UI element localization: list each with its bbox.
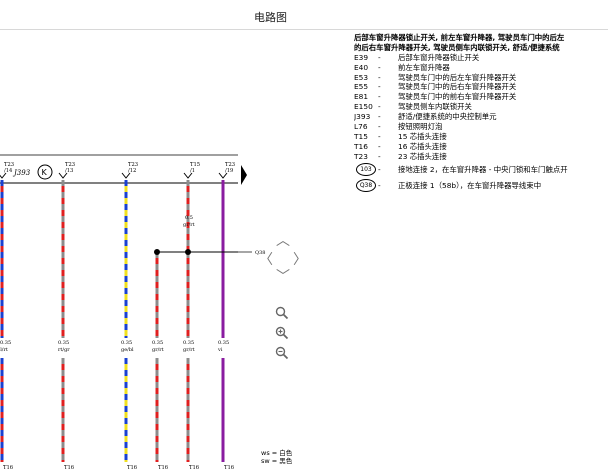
legend-ring-item: 103- 接地连接 2，在车窗升降器 - 中央门锁和车门触点开 [354,162,608,178]
legend-item-desc: 15 芯插头连接 [398,131,447,141]
legend-item: E40- 前左车窗升降器 [354,63,608,73]
pin-number: /14 [4,168,13,174]
legend-item-dash: - [378,151,381,161]
legend-item-code: E55 [354,82,369,92]
legend-item-code: E150 [354,102,373,112]
legend-item-dash: - [378,52,381,62]
pin-number: /19 [225,168,233,174]
bottom-connector-label: T16 [3,465,13,470]
legend-ring-item: Q38- 正极连接 1（58b），在车窗升降器导线束中 [354,178,608,194]
wire-color-code: gr/rt [183,222,195,228]
legend-item-desc: 前左车窗升降器 [398,62,450,72]
pin-number: /1 [190,168,195,174]
search-icon[interactable] [275,306,289,320]
legend-item-code: T15 [354,131,368,141]
legend-item-desc: 接地连接 2，在车窗升降器 - 中央门锁和车门触点开 [398,164,568,174]
legend-item-desc: 驾驶员车门中的后右车窗升降器开关 [398,82,517,92]
color-key-sw: sw = 黑色 [261,456,293,465]
wire-gauge: 0.35 [121,340,132,346]
legend-item-desc: 驾驶员车门中的前右车窗升降器开关 [398,92,517,102]
legend-item: J393- 舒适/便捷系统的中央控制单元 [354,112,608,122]
legend-item-dash: - [378,180,381,190]
legend-item: T16- 16 芯插头连接 [354,142,608,152]
legend-item-code: T16 [354,141,368,151]
color-key: ws = 白色 sw = 黑色 [261,449,293,465]
junction-node [154,249,160,255]
legend-item: T23- 23 芯插头连接 [354,152,608,162]
wire-gauge: 0.5 [185,215,193,221]
pan-left-icon[interactable]: 〈 [259,253,273,267]
title-bar: 电路图 [0,0,608,30]
junction-node [185,249,191,255]
legend-item-dash: - [378,82,381,92]
bottom-connector-label: T16 [158,465,168,470]
pan-up-icon[interactable]: ︿ [276,234,290,248]
legend-item-desc: 16 芯插头连接 [398,141,447,151]
ground-symbol-mark: K [42,168,48,177]
wire-color-code: vi [217,347,223,353]
legend-item-desc: 23 芯插头连接 [398,151,447,161]
wire-gauge: 0.35 [152,340,163,346]
ring-symbol: Q38 [356,178,376,192]
legend-item-dash: - [378,62,381,72]
legend-heading-2: 的后右车窗升降器开关, 驾驶员侧车内联锁开关, 舒适/便捷系统 [354,42,560,52]
pan-down-icon[interactable]: ﹀ [276,270,290,284]
wire-gauge: 0.35 [218,340,229,346]
legend-item-desc: 舒适/便捷系统的中央控制单元 [398,112,497,122]
legend-item-code: E53 [354,72,369,82]
legend-item-code: E39 [354,52,369,62]
legend-item-desc: 后部车窗升降器锁止开关 [398,52,480,62]
legend-item-code: T23 [354,151,368,161]
legend-item-dash: - [378,131,381,141]
bottom-connector-label: T16 [224,465,234,470]
wire-gauge: 0.35 [0,340,11,346]
bottom-connector-label: T16 [127,465,137,470]
wire-color-code: gr/rt [152,347,164,353]
legend-panel: 后部车窗升降器锁止开关, 前左车窗升降器, 驾驶员车门中的后左 的后右车窗升降器… [354,33,608,194]
legend-item-code: J393 [354,112,371,122]
legend-heading-1: 后部车窗升降器锁止开关, 前左车窗升降器, 驾驶员车门中的后左 [354,33,565,42]
window-title: 电路图 [254,11,287,24]
legend-item-dash: - [378,122,381,132]
legend-item: E55- 驾驶员车门中的后右车窗升降器开关 [354,82,608,92]
legend-item: E81- 驾驶员车门中的前右车窗升降器开关 [354,92,608,102]
legend-item-desc: 驾驶员车门中的后左车窗升降器开关 [398,72,517,82]
bottom-connector-label: T16 [64,465,74,470]
legend-item-code: E81 [354,92,369,102]
wire-color-code: rt/gr [58,347,70,353]
wiring-diagram: J393KT23/14bl/rtT16T23/130.35rt/grT16T23… [0,154,265,470]
legend-item: T15- 15 芯插头连接 [354,132,608,142]
legend-item-desc: 正极连接 1（58b），在车窗升降器导线束中 [398,180,542,190]
wire-color-code: bl/rt [0,347,8,353]
legend-item: E150- 驾驶员侧车内联锁开关 [354,102,608,112]
legend-item: E39- 后部车窗升降器锁止开关 [354,53,608,63]
wire-color-code: gr/rt [183,347,195,353]
ring-symbol: 103 [356,162,376,176]
continue-arrow [241,165,247,185]
legend-item-code: E40 [354,62,369,72]
pin-number: /12 [128,168,136,174]
pan-right-icon[interactable]: 〉 [293,253,307,267]
zoom-in-icon[interactable] [275,326,289,340]
wire-gauge: 0.35 [58,340,69,346]
legend-item-dash: - [378,164,381,174]
pin-number: /13 [65,168,73,174]
bottom-connector-label: T16 [189,465,199,470]
legend-item-dash: - [378,72,381,82]
legend-item-desc: 驾驶员侧车内联锁开关 [398,102,472,112]
legend-item: E53- 驾驶员车门中的后左车窗升降器开关 [354,73,608,83]
legend-item-dash: - [378,102,381,112]
legend-item-dash: - [378,112,381,122]
legend-item: L76- 按钮照明灯泡 [354,122,608,132]
zoom-out-icon[interactable] [275,346,289,360]
legend-item-dash: - [378,141,381,151]
wire-gauge: 0.35 [183,340,194,346]
wire-color-code: ge/bl [121,347,134,353]
legend-item-code: L76 [354,122,368,132]
component-label: J393 [12,169,31,177]
legend-item-desc: 按钮照明灯泡 [398,122,443,132]
legend-item-dash: - [378,92,381,102]
